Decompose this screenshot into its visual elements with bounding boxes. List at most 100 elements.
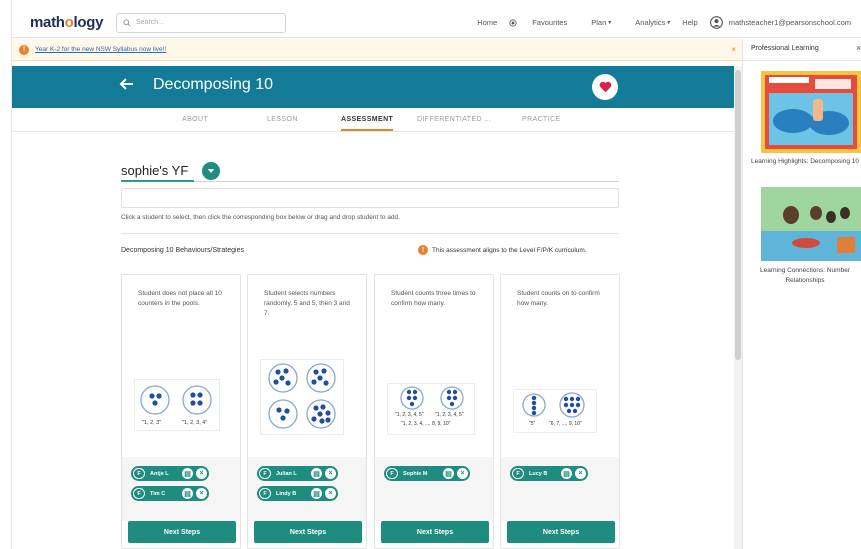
top-navigation: mathology Search... Home Favourites Plan… [12,8,861,38]
user-menu[interactable]: mathsteacher1@pearsonschool.com [709,16,851,29]
class-dropdown-button[interactable] [202,162,220,180]
note-icon[interactable]: ▤ [443,468,454,479]
level-badge: F [133,488,145,499]
next-steps-button[interactable]: Next Steps [254,521,362,543]
student-chip[interactable]: F Julian L ▤ × [257,466,338,481]
level-badge: F [133,468,145,479]
chevron-down-icon: ▾ [608,20,612,26]
nav-favourites[interactable]: Favourites [509,18,567,27]
sidebar-item-caption[interactable]: Learning Connections: Number Relationshi… [749,266,861,286]
student-drop-zone[interactable]: F Antje L ▤ × F Tim C ▤ × [122,457,240,521]
class-name[interactable]: sophie's YF [121,163,188,178]
tab-differentiated[interactable]: DIFFERENTIATED ... [417,116,491,123]
student-drop-zone[interactable]: F Julian L ▤ × F Lindy B ▤ × [248,457,366,521]
book-cover-image [761,71,861,153]
illustration-caption: "1, 2, 3" [142,420,162,426]
student-chip[interactable]: F Lucy B ▤ × [510,466,588,481]
student-drop-zone[interactable]: F Sophie M ▤ × [375,457,493,521]
card-description: Student does not place all 10 counters i… [138,290,222,308]
tab-practice[interactable]: PRACTICE [522,116,561,123]
illustration-caption: "1, 2, 3, 4, 5" [395,412,424,418]
class-underline-accent [121,180,194,182]
close-icon[interactable]: × [731,45,736,54]
strategy-card[interactable]: Student does not place all 10 counters i… [121,274,241,549]
student-chip[interactable]: F Lindy B ▤ × [257,486,338,501]
logo-text-math: math [30,14,65,31]
search-icon [123,18,131,27]
next-steps-button[interactable]: Next Steps [128,521,236,543]
scrollbar-thumb[interactable] [735,70,741,360]
note-icon[interactable]: ▤ [561,468,572,479]
student-drop-field[interactable] [121,188,619,208]
lesson-tabs: ABOUT LESSON ASSESSMENT DIFFERENTIATED .… [12,108,734,132]
note-icon[interactable]: ▤ [182,488,193,499]
tab-about[interactable]: ABOUT [182,116,208,123]
nav-analytics[interactable]: Analytics ▾ [623,18,670,27]
remove-icon[interactable]: × [196,468,207,479]
nav-favourites-label: Favourites [532,18,568,27]
alert-icon: ! [418,245,428,255]
close-icon[interactable]: × [856,43,861,53]
illustration-caption: "1, 2, 3, 4, ..., 8, 9, 10" [401,421,451,427]
alignment-note: ! This assessment aligns to the Level F/… [418,245,587,255]
tab-assessment[interactable]: ASSESSMENT [341,116,394,131]
level-badge: F [512,468,524,479]
sidebar-divider [743,60,861,61]
favourite-button[interactable] [592,74,618,100]
student-drop-zone[interactable]: F Lucy B ▤ × [501,457,619,521]
student-name: Sophie M [403,470,428,477]
learning-highlights-thumbnail[interactable] [761,71,861,153]
student-name: Lucy B [529,470,548,477]
chevron-down-icon [207,169,215,173]
page-title: Decomposing 10 [153,76,274,93]
pools-image [522,392,585,418]
card-description: Student counts on to confirm how many. [517,290,600,308]
nav-plan[interactable]: Plan ▾ [579,18,611,27]
nav-help[interactable]: Help [682,18,697,27]
illustration-caption: "1, 2, 3, 4, 5" [435,412,464,418]
note-icon[interactable]: ▤ [311,468,322,479]
student-chip[interactable]: F Sophie M ▤ × [384,466,470,481]
strategy-card[interactable]: Student counts on to confirm how many. "… [500,274,620,549]
remove-icon[interactable]: × [457,468,468,479]
announcement-link[interactable]: Year K-2 for the new NSW Syllabus now li… [35,46,166,53]
instructions-text: Click a student to select, then click th… [121,214,400,221]
student-chip[interactable]: F Tim C ▤ × [131,486,209,501]
student-name: Lindy B [276,490,297,497]
remove-icon[interactable]: × [325,488,336,499]
counters-illustration [260,359,344,435]
lesson-header: Decomposing 10 [12,66,734,108]
section-title: Decomposing 10 Behaviours/Strategies [121,247,244,254]
next-steps-button[interactable]: Next Steps [381,521,489,543]
back-arrow-icon[interactable] [119,76,135,97]
tab-lesson[interactable]: LESSON [267,116,298,123]
remove-icon[interactable]: × [575,468,586,479]
learning-connections-thumbnail[interactable] [761,187,861,261]
nav-home[interactable]: Home [477,18,497,27]
counters-illustration [387,383,475,435]
illustration-caption: "6, 7, ..., 9, 10" [549,421,582,427]
strategy-card[interactable]: Student counts three times to confirm ho… [374,274,494,549]
section-divider [121,233,619,234]
logo-text-logy: logy [73,14,104,31]
pools-image [268,363,336,429]
left-gutter [0,0,12,549]
remove-icon[interactable]: × [325,468,336,479]
nav-analytics-label: Analytics [635,18,666,27]
sidebar-item-caption[interactable]: Learning Highlights: Decomposing 10 [749,157,861,167]
bears-illustration-image [761,187,861,261]
strategy-card[interactable]: Student selects numbers randomly, 5 and … [247,274,367,549]
level-badge: F [259,468,271,479]
next-steps-button[interactable]: Next Steps [507,521,615,543]
mathology-logo[interactable]: mathology [30,14,103,31]
illustration-caption: "5" [529,421,536,427]
scrollbar[interactable] [734,66,742,549]
student-chip[interactable]: F Antje L ▤ × [131,466,209,481]
note-icon[interactable]: ▤ [182,468,193,479]
search-input[interactable]: Search... [116,12,286,33]
note-icon[interactable]: ▤ [311,488,322,499]
card-description: Student counts three times to confirm ho… [391,290,476,308]
remove-icon[interactable]: × [196,488,207,499]
heart-icon [599,81,611,93]
professional-learning-sidebar: Professional Learning × Learning Highlig… [742,39,861,549]
